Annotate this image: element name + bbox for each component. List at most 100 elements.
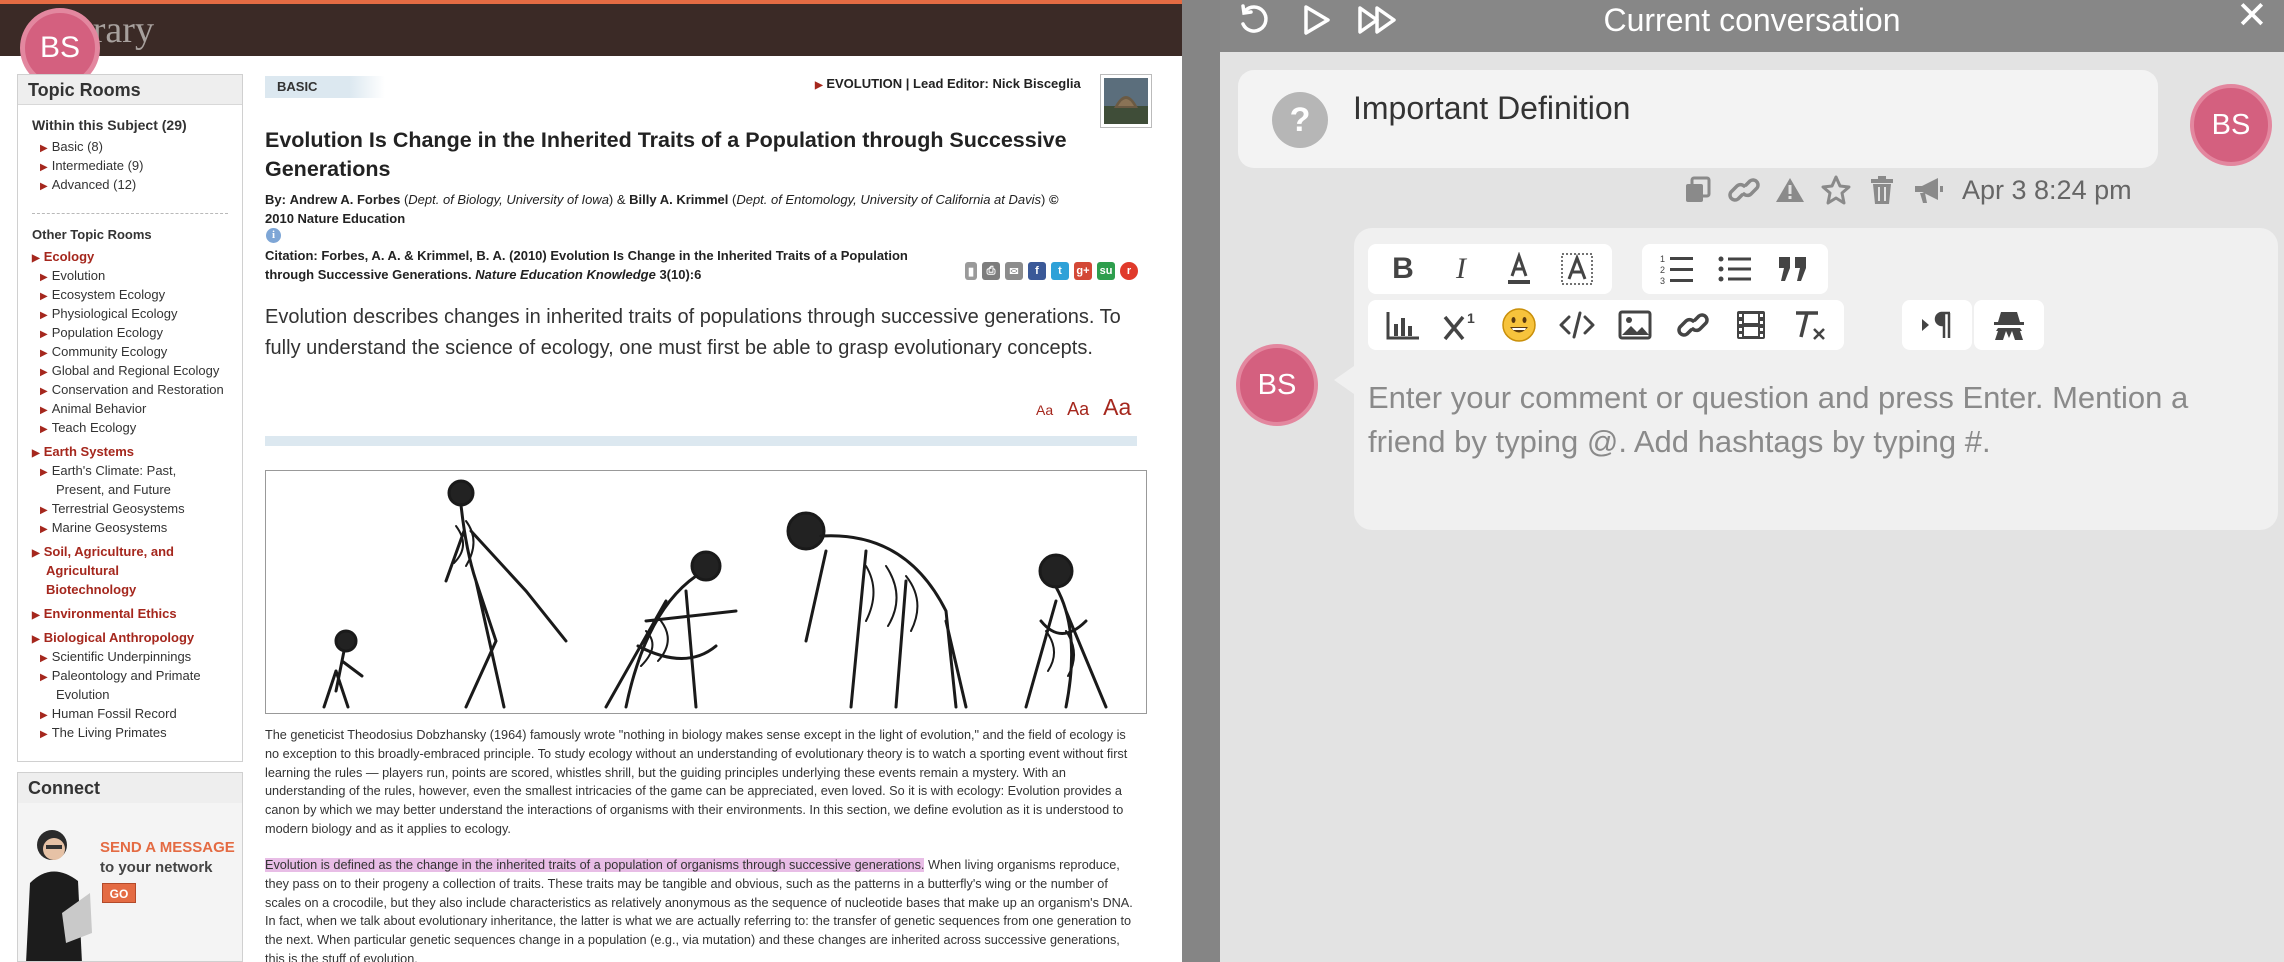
- section-divider-bar: [265, 436, 1137, 446]
- sidebar-item-earths-climate-cont[interactable]: Present, and Future: [56, 480, 171, 499]
- megaphone-icon[interactable]: [1912, 174, 1944, 206]
- author-1[interactable]: Andrew A. Forbes: [290, 192, 401, 207]
- info-icon[interactable]: i: [266, 228, 281, 243]
- insert-video-button[interactable]: [1722, 302, 1780, 348]
- ad-headline: SEND A MESSAGE: [100, 839, 235, 856]
- sidebar-item-physiological-ecology[interactable]: ▶ Physiological Ecology: [40, 304, 177, 325]
- close-icon[interactable]: ✕: [2236, 0, 2268, 36]
- sidebar-item-marine-geosystems[interactable]: ▶ Marine Geosystems: [40, 518, 167, 539]
- play-icon[interactable]: [1296, 0, 1336, 40]
- highlight-color-button[interactable]: [1548, 246, 1606, 292]
- level-link-advanced[interactable]: ▶ Advanced (12): [40, 175, 136, 196]
- skeletons-illustration: [266, 471, 1146, 713]
- italic-button[interactable]: I: [1432, 246, 1490, 292]
- insert-image-button[interactable]: [1606, 302, 1664, 348]
- link-icon: [1677, 313, 1709, 337]
- lead-editor-name[interactable]: Nick Bisceglia: [993, 76, 1081, 91]
- category-biological-anthropology[interactable]: ▶ Biological Anthropology: [32, 628, 194, 649]
- undo-icon[interactable]: [1234, 0, 1274, 40]
- sidebar-item-animal-behavior[interactable]: ▶ Animal Behavior: [40, 399, 146, 420]
- topic-card[interactable]: ? Important Definition: [1238, 70, 2158, 168]
- category-soil-agriculture[interactable]: ▶ Soil, Agriculture, and: [32, 542, 174, 563]
- bold-button[interactable]: B: [1374, 246, 1432, 292]
- ad-go-button[interactable]: GO: [102, 883, 136, 903]
- article-paragraph-1: The geneticist Theodosius Dobzhansky (19…: [265, 728, 1128, 836]
- comment-input[interactable]: Enter your comment or question and press…: [1368, 376, 2268, 464]
- text-color-button[interactable]: [1490, 246, 1548, 292]
- category-ecology[interactable]: ▶ Ecology: [32, 247, 94, 268]
- conversation-panel: Current conversation ✕ ? Important Defin…: [1220, 0, 2284, 962]
- breadcrumb-arrow-icon: ▶: [815, 80, 823, 91]
- topic-title: Important Definition: [1353, 90, 1631, 126]
- sidebar-item-paleontology-cont[interactable]: Evolution: [56, 685, 109, 704]
- sidebar-item-population-ecology[interactable]: ▶ Population Ecology: [40, 323, 163, 344]
- topic-rooms-sidebar: Topic Rooms Within this Subject (29) ▶ Ba…: [17, 74, 243, 762]
- sidebar-item-teach-ecology[interactable]: ▶ Teach Ecology: [40, 418, 136, 439]
- panel-splitter[interactable]: [1182, 0, 1220, 962]
- print-icon[interactable]: ⎙: [982, 262, 1000, 280]
- compose-pointer: [1334, 366, 1354, 394]
- font-size-small-button[interactable]: Aa: [1036, 402, 1053, 418]
- highlighted-definition[interactable]: Evolution is defined as the change in th…: [265, 858, 925, 872]
- font-size-large-button[interactable]: Aa: [1103, 394, 1131, 421]
- other-rooms-heading: Other Topic Rooms: [32, 227, 152, 242]
- anonymous-post-button[interactable]: [1980, 302, 2038, 348]
- link-icon[interactable]: [1728, 174, 1760, 206]
- level-tab-basic[interactable]: BASIC: [265, 76, 385, 98]
- google-plus-icon[interactable]: g+: [1074, 262, 1092, 280]
- author-2[interactable]: Billy A. Krimmel: [629, 192, 728, 207]
- insert-chart-button[interactable]: [1374, 302, 1432, 348]
- chart-icon: [1386, 312, 1419, 340]
- category-soil-agriculture-cont[interactable]: Agricultural: [46, 561, 119, 580]
- send-message-ad[interactable]: SEND A MESSAGE to your network GO: [18, 803, 242, 961]
- trash-icon[interactable]: [1866, 174, 1898, 206]
- sidebar-item-earths-climate[interactable]: ▶ Earth's Climate: Past,: [40, 461, 176, 482]
- copy-icon[interactable]: [1682, 174, 1714, 206]
- byline: By: Andrew A. Forbes (Dept. of Biology, …: [265, 192, 1059, 226]
- ordered-list-button[interactable]: 123: [1648, 246, 1706, 292]
- landscape-image-icon: [1104, 78, 1148, 124]
- sidebar-item-conservation[interactable]: ▶ Conservation and Restoration: [40, 380, 224, 401]
- sidebar-item-global-regional-ecology[interactable]: ▶ Global and Regional Ecology: [40, 361, 219, 382]
- text-direction-button[interactable]: [1908, 302, 1966, 348]
- blockquote-button[interactable]: [1764, 246, 1822, 292]
- twitter-icon[interactable]: t: [1051, 262, 1069, 280]
- topic-author-avatar[interactable]: BS: [2190, 84, 2272, 166]
- font-size-controls: Aa Aa Aa: [1036, 394, 1131, 421]
- emoji-button[interactable]: [1490, 302, 1548, 348]
- font-size-medium-button[interactable]: Aa: [1067, 399, 1089, 420]
- primate-skeletons-figure[interactable]: [265, 470, 1147, 714]
- category-earth-systems[interactable]: ▶ Earth Systems: [32, 442, 134, 463]
- sidebar-item-ecosystem-ecology[interactable]: ▶ Ecosystem Ecology: [40, 285, 165, 306]
- category-soil-agriculture-cont2[interactable]: Biotechnology: [46, 580, 136, 599]
- stumbleupon-icon[interactable]: su: [1097, 262, 1115, 280]
- sidebar-item-terrestrial-geosystems[interactable]: ▶ Terrestrial Geosystems: [40, 499, 185, 520]
- composer-avatar[interactable]: BS: [1236, 344, 1318, 426]
- sidebar-item-living-primates[interactable]: ▶ The Living Primates: [40, 723, 167, 744]
- facebook-icon[interactable]: f: [1028, 262, 1046, 280]
- fast-forward-icon[interactable]: [1354, 0, 1402, 40]
- warning-icon[interactable]: [1774, 174, 1806, 206]
- sidebar-item-community-ecology[interactable]: ▶ Community Ecology: [40, 342, 167, 363]
- email-icon[interactable]: ✉: [1005, 262, 1023, 280]
- level-link-intermediate[interactable]: ▶ Intermediate (9): [40, 156, 143, 177]
- quote-icon: [1779, 257, 1806, 281]
- question-icon: ?: [1272, 92, 1328, 148]
- sidebar-item-scientific-underpinnings[interactable]: ▶ Scientific Underpinnings: [40, 647, 191, 668]
- breadcrumb: ▶ EVOLUTION | Lead Editor: Nick Biscegli…: [815, 76, 1081, 91]
- bullet-list-button[interactable]: [1706, 246, 1764, 292]
- category-environmental-ethics[interactable]: ▶ Environmental Ethics: [32, 604, 177, 625]
- insert-link-button[interactable]: [1664, 302, 1722, 348]
- sidebar-item-paleontology[interactable]: ▶ Paleontology and Primate: [40, 666, 201, 687]
- sidebar-item-human-fossil-record[interactable]: ▶ Human Fossil Record: [40, 704, 177, 725]
- clear-formatting-button[interactable]: [1780, 302, 1838, 348]
- sidebar-item-evolution[interactable]: ▶ Evolution: [40, 266, 105, 287]
- level-link-basic[interactable]: ▶ Basic (8): [40, 137, 103, 158]
- topic-thumbnail[interactable]: [1100, 74, 1152, 128]
- code-button[interactable]: [1548, 302, 1606, 348]
- reddit-icon[interactable]: r: [1120, 262, 1138, 280]
- superscript-button[interactable]: 1: [1432, 302, 1490, 348]
- breadcrumb-evolution-link[interactable]: EVOLUTION: [826, 76, 902, 91]
- star-icon[interactable]: [1820, 174, 1852, 206]
- bookmark-icon[interactable]: ▮: [965, 262, 977, 280]
